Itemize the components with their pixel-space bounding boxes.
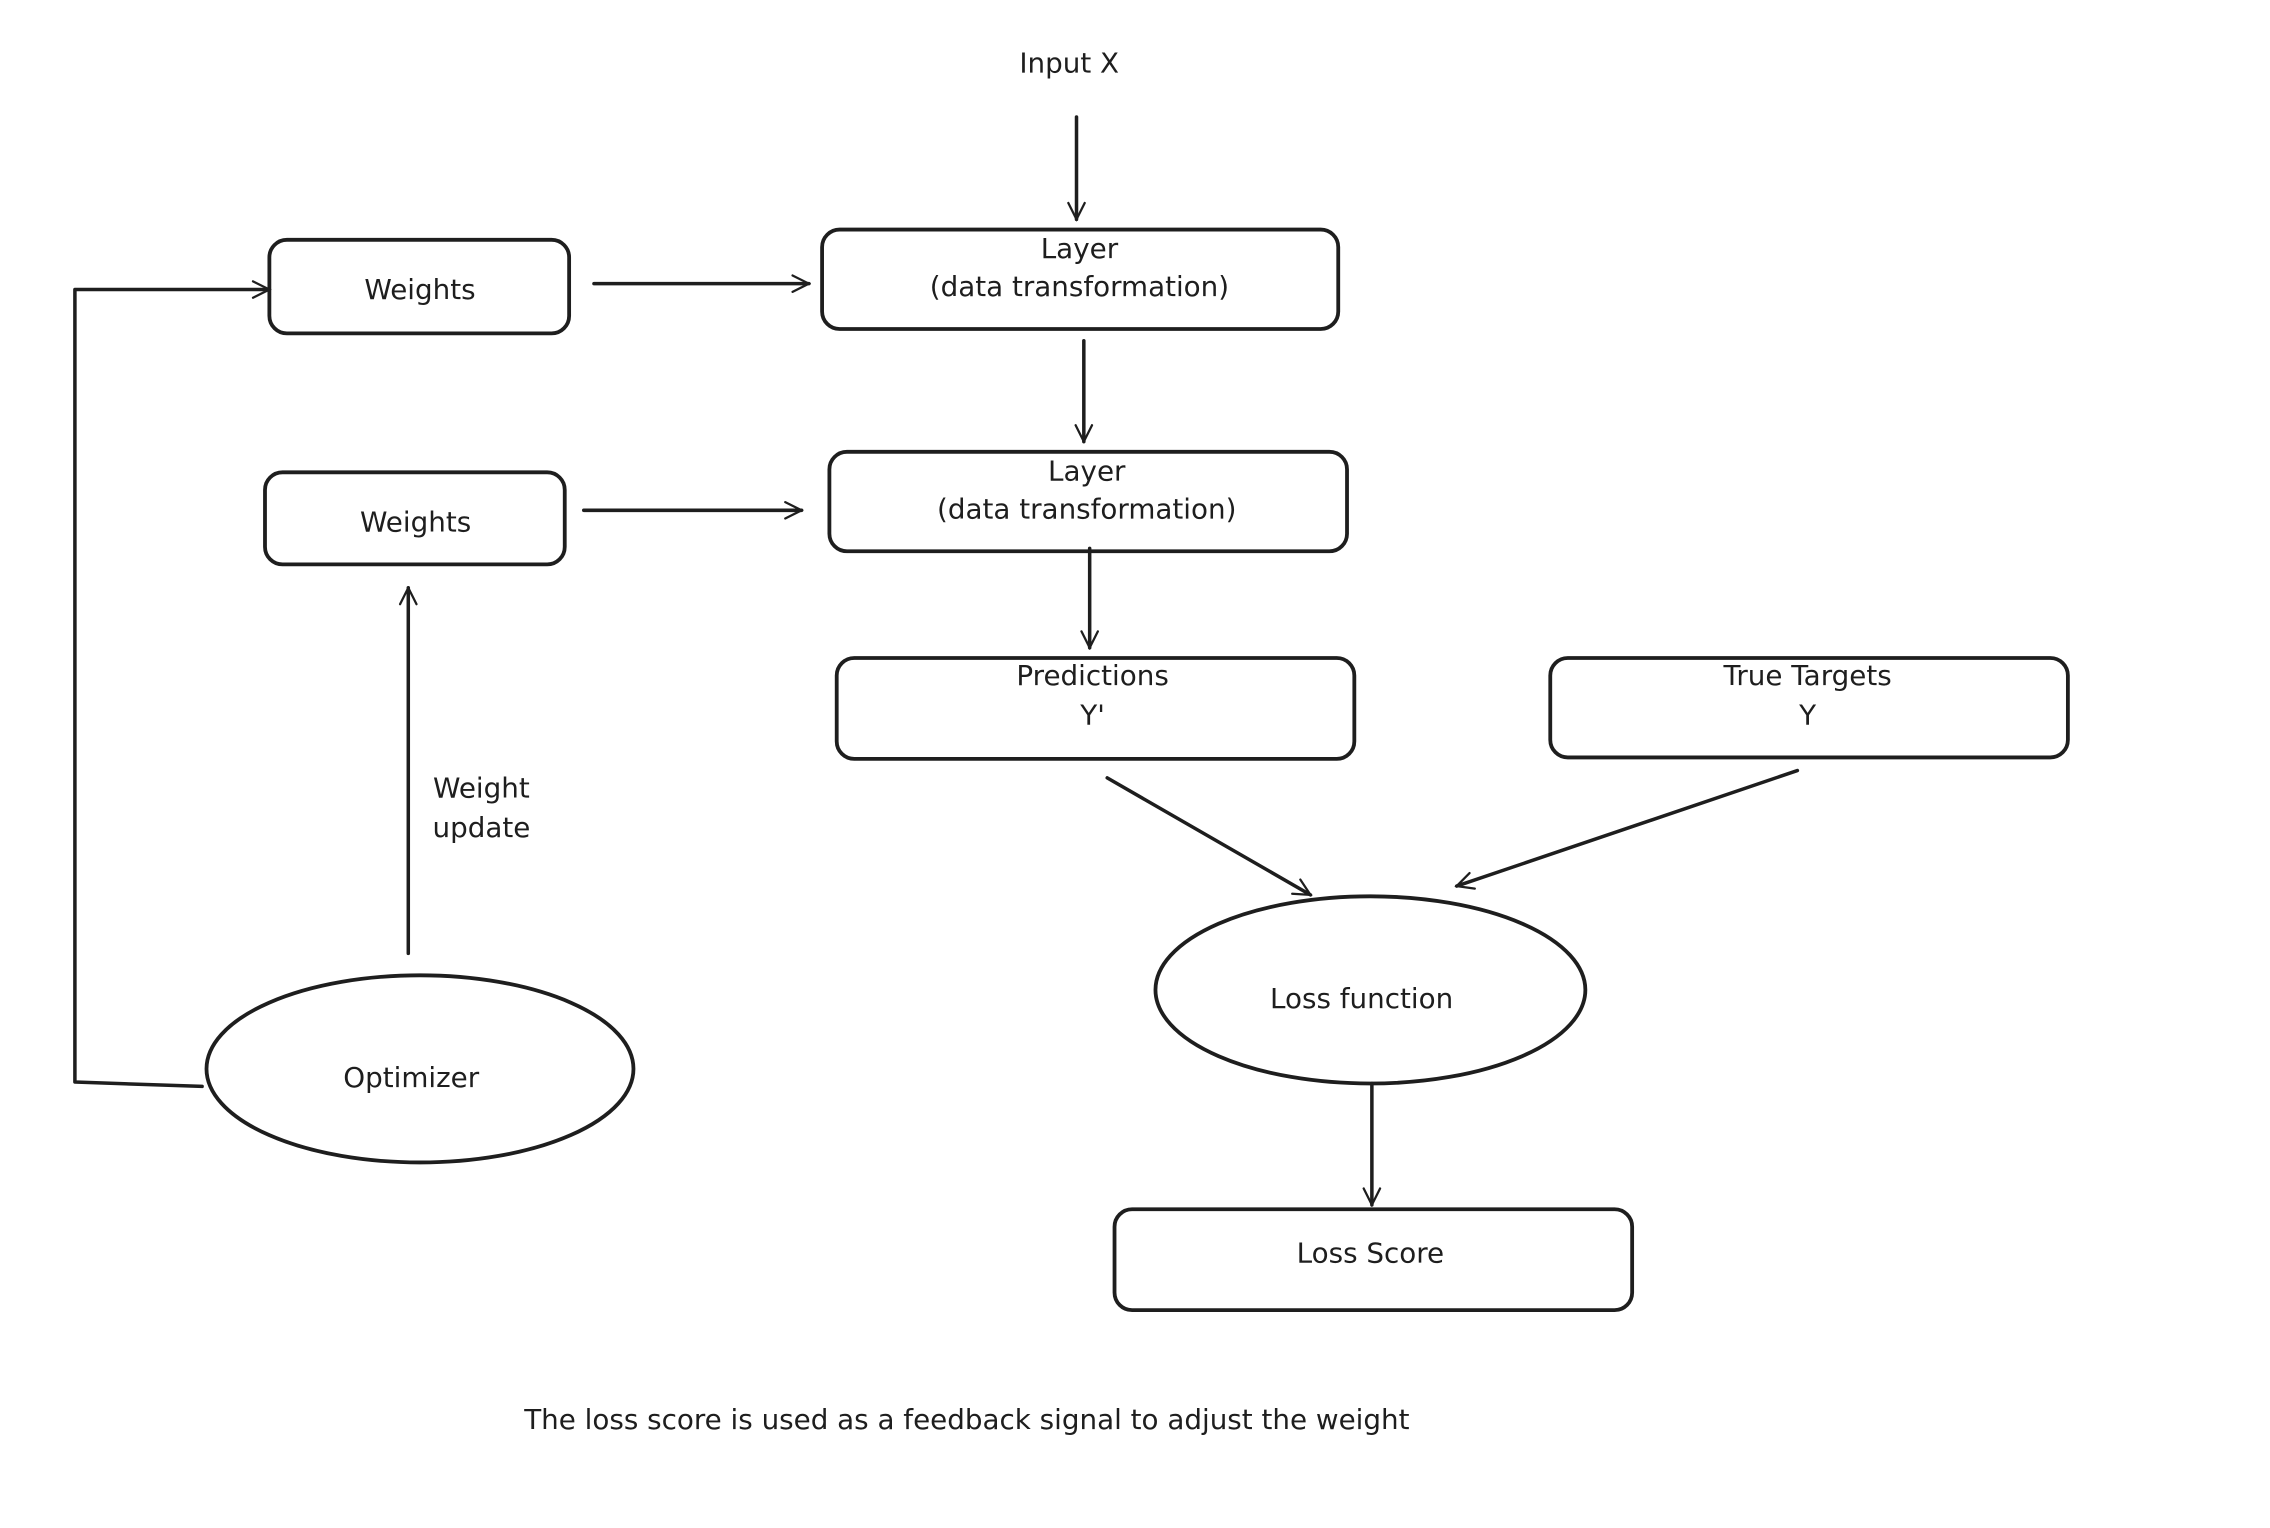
arrow-optimizer-feedback-to-weights1 [73,290,269,1089]
predictions-title: Predictions [1016,659,1168,692]
arrow-predictions-to-loss [1105,776,1310,897]
optimizer-ellipse: Optimizer [204,973,636,1165]
optimizer-label: Optimizer [343,1061,479,1094]
true-targets-symbol: Y [1798,698,1817,731]
layer1-title: Layer [1041,232,1119,265]
layer2-box: Layer (data transformation) [827,449,1349,554]
true-targets-box: True Targets Y [1548,656,2070,760]
loss-score-label: Loss Score [1297,1237,1445,1270]
weights2-box: Weights [263,470,567,567]
weight-update-label-line2: update [432,811,530,844]
weight-update-label-line1: Weight [433,772,530,805]
layer1-subtitle: (data transformation) [930,270,1229,303]
layer1-box: Layer (data transformation) [820,227,1341,331]
input-label: Input X [1019,46,1119,79]
arrow-targets-to-loss [1457,768,1800,887]
weights2-label: Weights [360,505,471,538]
predictions-symbol: Y' [1079,698,1105,731]
true-targets-title: True Targets [1723,659,1892,692]
layer2-subtitle: (data transformation) [937,492,1236,525]
neural-network-training-diagram: Input X Layer (data transformation) Weig… [73,46,2070,1436]
caption: The loss score is used as a feedback sig… [523,1403,1409,1436]
layer2-title: Layer [1048,454,1126,487]
weights1-box: Weights [267,237,572,336]
loss-function-ellipse: Loss function [1153,894,1588,1086]
loss-score-box: Loss Score [1112,1207,1635,1313]
predictions-box: Predictions Y' [834,656,1357,761]
weights1-label: Weights [364,273,475,306]
loss-function-label: Loss function [1270,982,1453,1015]
